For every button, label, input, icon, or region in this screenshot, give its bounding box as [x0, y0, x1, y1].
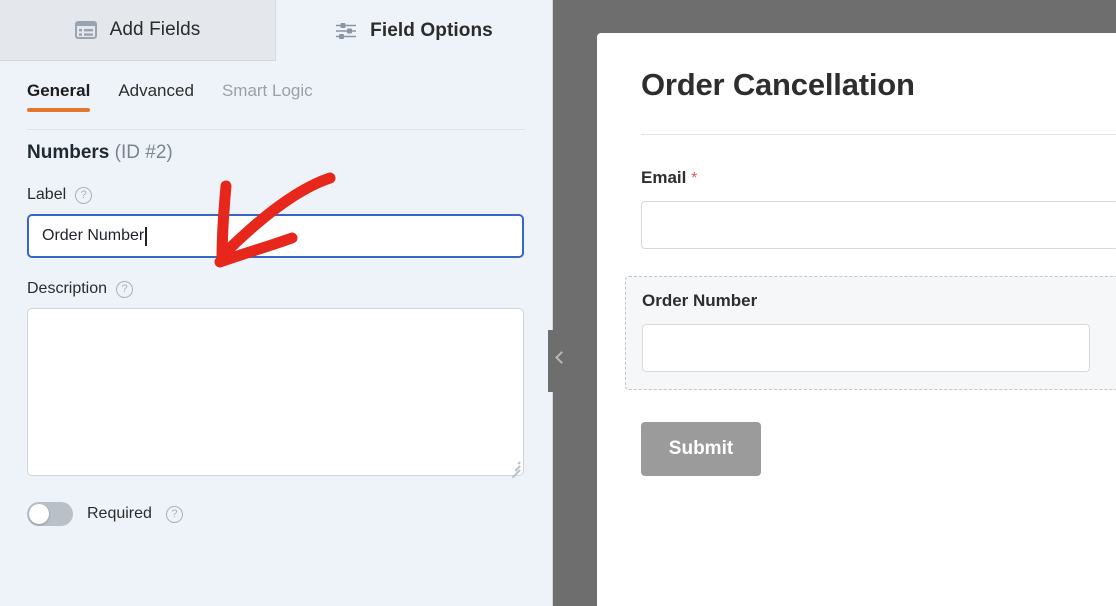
field-options-panel: Add Fields Field Options General Advance… [0, 0, 553, 606]
text-caret [145, 226, 147, 246]
help-icon-description[interactable]: ? [116, 280, 134, 298]
help-icon-label[interactable]: ? [75, 186, 93, 204]
tab-add-fields-label: Add Fields [109, 19, 201, 40]
field-heading: Numbers (ID #2) [27, 142, 525, 164]
tab-field-options[interactable]: Field Options [276, 0, 552, 61]
tab-advanced-label: Advanced [118, 81, 194, 100]
required-setting-label: Required [87, 505, 152, 522]
tab-smart-logic[interactable]: Smart Logic [222, 61, 313, 101]
form-preview-card: Order Cancellation Email * Order Number … [597, 33, 1116, 606]
settings-content: Numbers (ID #2) Label ? Order Number Des… [0, 118, 552, 526]
tab-advanced[interactable]: Advanced [118, 61, 194, 101]
preview-field-email[interactable]: Email * [641, 168, 1116, 249]
required-toggle[interactable] [27, 502, 73, 526]
field-type-name: Numbers [27, 142, 110, 163]
form-title: Order Cancellation [641, 67, 915, 102]
preview-field-order-number-label: Order Number [642, 291, 758, 310]
panel-collapse-handle[interactable] [548, 330, 576, 392]
resize-grip-icon[interactable] [508, 460, 521, 478]
preview-field-email-label: Email * [641, 168, 1116, 188]
required-toggle-knob [29, 504, 49, 524]
label-setting-label: Label [27, 186, 67, 203]
label-setting-row: Label ? [27, 186, 525, 204]
sliders-icon [335, 22, 357, 40]
preview-email-label-text: Email [641, 168, 687, 187]
form-title-divider [641, 134, 1116, 135]
form-preview-stage: Order Cancellation Email * Order Number … [553, 0, 1116, 606]
tab-general-label: General [27, 81, 91, 100]
label-input-value: Order Number [42, 227, 145, 244]
description-textarea[interactable] [27, 308, 524, 478]
preview-email-input[interactable] [641, 201, 1116, 249]
help-icon-required[interactable]: ? [165, 505, 183, 523]
required-setting-row: Required ? [27, 502, 525, 526]
description-setting-label: Description [27, 280, 108, 297]
chevron-left-icon [555, 351, 568, 364]
preview-order-number-input[interactable] [642, 324, 1090, 372]
tab-general[interactable]: General [27, 61, 91, 112]
required-asterisk: * [691, 170, 698, 187]
tab-smart-logic-label: Smart Logic [221, 81, 313, 100]
app-root: Add Fields Field Options General Advance… [0, 0, 1116, 606]
list-panel-icon [74, 21, 97, 39]
preview-field-order-number[interactable]: Order Number [625, 276, 1116, 390]
label-input[interactable]: Order Number [27, 214, 524, 258]
submit-button[interactable]: Submit [641, 422, 761, 476]
description-setting-row: Description ? [27, 280, 525, 298]
field-id: (ID #2) [114, 142, 173, 163]
primary-tab-bar: Add Fields Field Options [0, 0, 552, 61]
secondary-tab-bar: General Advanced Smart Logic [0, 61, 552, 130]
tab-add-fields[interactable]: Add Fields [0, 0, 276, 61]
tab-field-options-label: Field Options [370, 19, 493, 41]
